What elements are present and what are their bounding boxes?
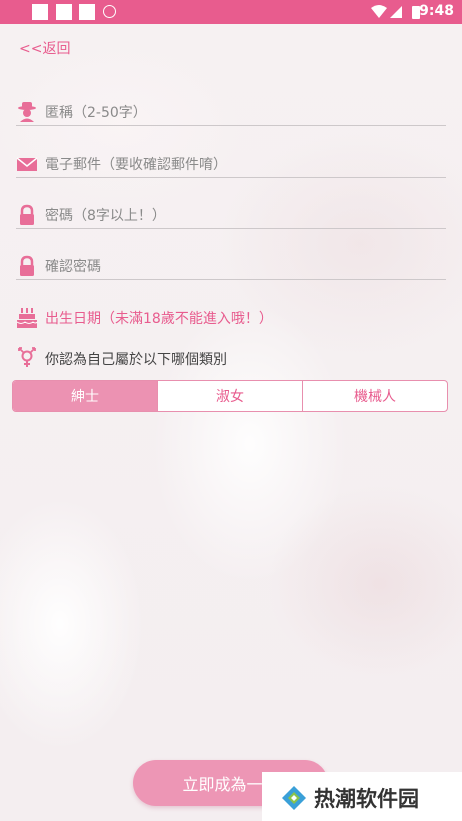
notification-icon [32, 4, 48, 20]
nickname-field[interactable]: 匿稱（2-50字） [16, 99, 446, 126]
password-placeholder: 密碼（8字以上！） [45, 208, 166, 224]
birthday-field[interactable]: 出生日期（未滿18歲不能進入哦！） [16, 305, 446, 331]
gender-option-robot[interactable]: 機械人 [302, 381, 447, 411]
gender-selector[interactable]: 紳士 淑女 機械人 [12, 380, 448, 412]
back-button[interactable]: <<返回 [19, 38, 70, 58]
lock-icon [20, 255, 34, 276]
watermark: 热潮软件园 [262, 772, 462, 821]
signal-icon [390, 6, 402, 18]
background [0, 24, 462, 821]
watermark-text: 热潮软件园 [314, 787, 419, 811]
status-bar: 9:48 [0, 0, 462, 24]
cake-icon [16, 308, 38, 328]
gender-question: 你認為自己屬於以下哪個類別 [16, 346, 446, 370]
watermark-logo-icon [282, 786, 306, 810]
notification-icon [79, 4, 95, 20]
confirm-password-field[interactable]: 確認密碼 [16, 253, 446, 280]
wifi-icon [371, 5, 387, 18]
birthday-label: 出生日期（未滿18歲不能進入哦！） [45, 311, 273, 327]
gender-icon [18, 347, 36, 367]
email-placeholder: 電子郵件（要收確認郵件唷） [45, 157, 227, 173]
lock-icon [20, 204, 34, 225]
status-time: 9:48 [419, 3, 454, 19]
mail-icon [16, 157, 38, 171]
confirm-password-placeholder: 確認密碼 [45, 259, 101, 275]
email-field[interactable]: 電子郵件（要收確認郵件唷） [16, 151, 446, 178]
gender-option-gentleman[interactable]: 紳士 [13, 381, 157, 411]
password-field[interactable]: 密碼（8字以上！） [16, 202, 446, 229]
user-hat-icon [18, 102, 36, 122]
nickname-placeholder: 匿稱（2-50字） [45, 105, 147, 121]
gender-option-lady[interactable]: 淑女 [157, 381, 302, 411]
gender-question-label: 你認為自己屬於以下哪個類別 [45, 352, 227, 368]
notification-icon [56, 4, 72, 20]
app-notification-icon [103, 5, 116, 18]
